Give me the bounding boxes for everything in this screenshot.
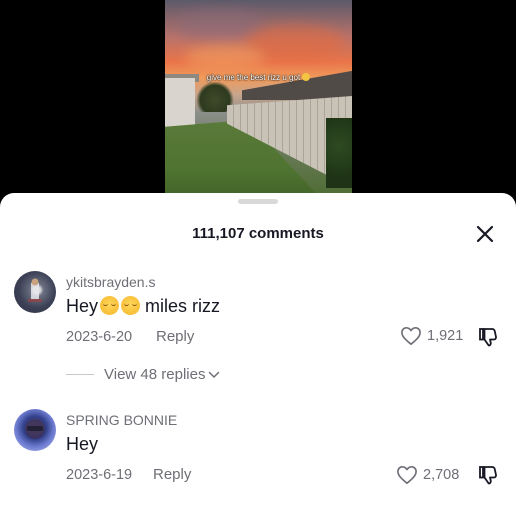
comment-text-start: Hey — [66, 434, 99, 454]
comment-text: Hey miles rizz — [66, 296, 220, 317]
reply-button[interactable]: Reply — [156, 328, 194, 345]
dislike-icon[interactable] — [477, 326, 499, 348]
comments-sheet: 111,107 comments ykitsbrayden.s Hey mile… — [0, 193, 516, 505]
avatar[interactable] — [14, 271, 56, 313]
house-roof — [242, 66, 352, 100]
divider-line — [66, 374, 94, 375]
relieved-face-emoji-icon — [100, 296, 120, 315]
house-wall-left — [165, 78, 195, 130]
smile-emoji-icon — [302, 73, 311, 81]
comment-username[interactable]: SPRING BONNIE — [66, 412, 177, 428]
heart-icon — [401, 327, 421, 345]
like-count: 2,708 — [423, 467, 460, 483]
like-count: 1,921 — [427, 328, 464, 344]
video-caption: give me the best rizz u got — [165, 73, 352, 82]
video-caption-text: give me the best rizz u got — [206, 73, 301, 82]
view-replies-label: View 48 replies — [104, 366, 206, 383]
video-player[interactable]: give me the best rizz u got — [165, 0, 352, 205]
hedge — [326, 118, 352, 188]
tiktok-comments-screen: give me the best rizz u got 111,107 comm… — [0, 0, 516, 505]
view-replies-button[interactable]: View 48 replies — [66, 366, 220, 383]
like-button[interactable]: 2,708 — [396, 465, 459, 485]
reply-button[interactable]: Reply — [153, 466, 191, 483]
dislike-icon[interactable] — [477, 464, 499, 486]
avatar-image — [28, 278, 42, 302]
like-button[interactable]: 1,921 — [400, 326, 463, 346]
heart-icon — [397, 466, 417, 484]
comment-date: 2023-6-19 — [66, 467, 133, 483]
avatar[interactable] — [14, 409, 56, 451]
comment-text: Hey — [66, 434, 98, 455]
chevron-down-icon — [209, 371, 220, 378]
relieved-face-emoji-icon — [121, 296, 141, 315]
comment-date: 2023-6-20 — [66, 329, 133, 345]
sheet-drag-handle[interactable] — [238, 199, 278, 204]
comment-text-end: miles rizz — [140, 296, 221, 316]
comment-username[interactable]: ykitsbrayden.s — [66, 274, 155, 290]
close-icon[interactable] — [474, 223, 496, 245]
comment-text-start: Hey — [66, 296, 99, 316]
comments-count-title: 111,107 comments — [192, 225, 324, 242]
avatar-image — [25, 419, 45, 439]
